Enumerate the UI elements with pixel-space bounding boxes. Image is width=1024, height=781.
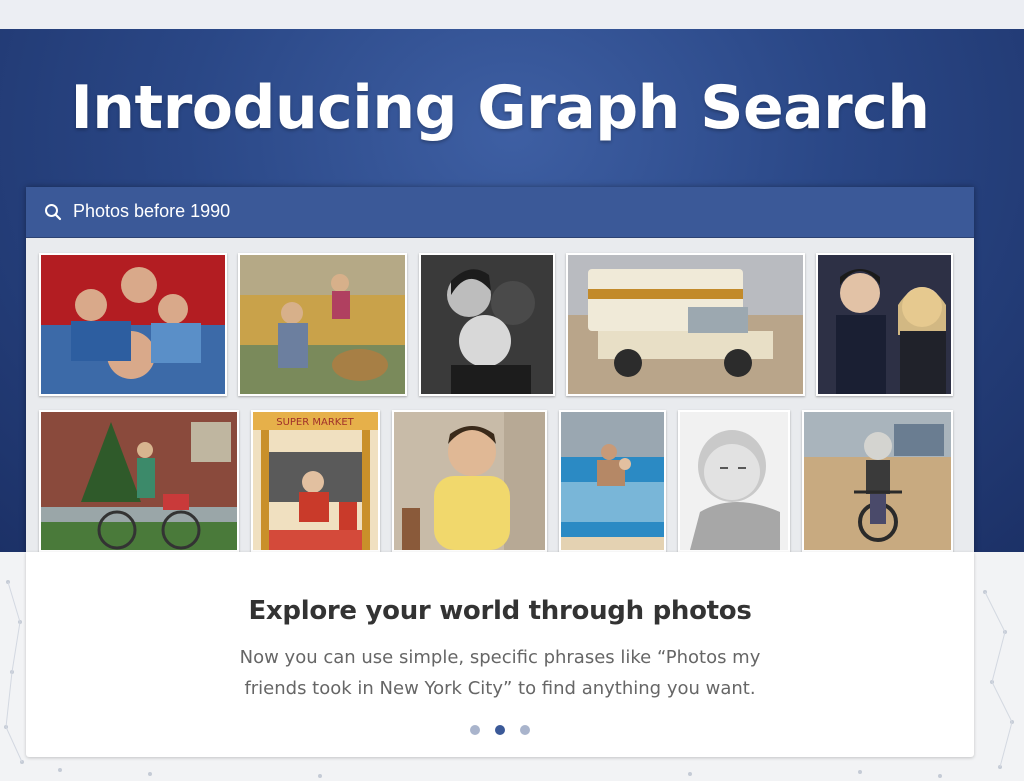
feature-description: Now you can use simple, specific phrases… xyxy=(239,647,761,699)
search-query[interactable]: Photos before 1990 xyxy=(73,201,230,222)
photo-pool[interactable] xyxy=(559,410,666,552)
svg-text:SUPER MARKET: SUPER MARKET xyxy=(276,417,354,428)
photo-couple-portrait[interactable] xyxy=(816,253,953,396)
photo-kids-group[interactable] xyxy=(39,253,227,396)
photo-family-field[interactable] xyxy=(238,253,407,396)
page-title: Introducing Graph Search xyxy=(70,73,930,143)
photo-toddler-sweater[interactable] xyxy=(392,410,547,552)
photo-baby-bw[interactable] xyxy=(678,410,790,552)
photo-bw-portrait[interactable] xyxy=(419,253,555,396)
feature-title: Explore your world through photos xyxy=(248,596,752,626)
search-results-panel: Photos before 1990 SUPER MARKET xyxy=(26,187,974,567)
top-strip xyxy=(0,0,1024,29)
photo-supermarket-child[interactable]: SUPER MARKET xyxy=(251,410,380,552)
carousel-dot-3[interactable] xyxy=(520,725,530,735)
hero-banner: Introducing Graph Search Photos before 1… xyxy=(0,29,1024,567)
search-bar[interactable]: Photos before 1990 xyxy=(26,187,974,238)
carousel-dot-1[interactable] xyxy=(470,725,480,735)
search-icon xyxy=(44,203,62,221)
carousel-pagination xyxy=(468,725,538,737)
photo-woman-bicycle[interactable] xyxy=(39,410,239,552)
feature-card: Explore your world through photos Now yo… xyxy=(26,552,974,757)
carousel-dot-2[interactable] xyxy=(495,725,505,735)
photo-child-bike-helmet[interactable] xyxy=(802,410,953,552)
photo-camper-truck[interactable] xyxy=(566,253,805,396)
